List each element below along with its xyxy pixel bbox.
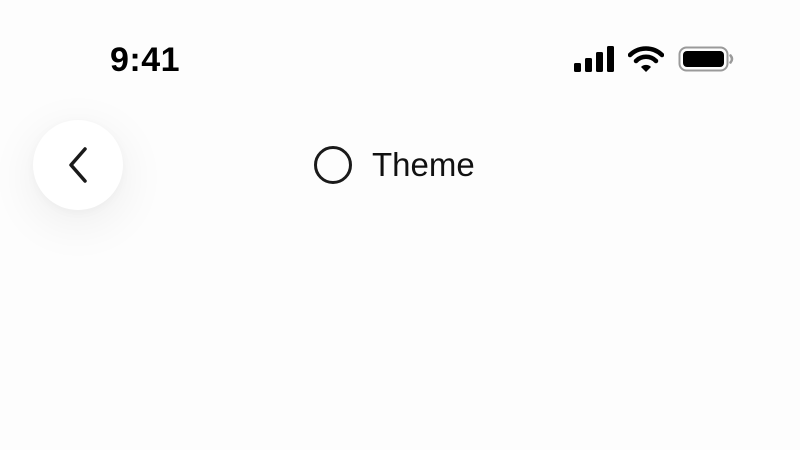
status-icons [574,44,734,74]
battery-icon [678,46,734,72]
wifi-icon [627,46,665,72]
cellular-signal-icon [574,46,614,72]
page-title-group: Theme [314,141,475,189]
status-time: 9:41 [110,41,181,79]
status-bar: 9:41 [0,0,800,100]
chevron-left-icon [65,145,91,185]
radio-unselected-icon[interactable] [314,146,352,184]
page-title: Theme [372,146,475,183]
back-button[interactable] [33,120,123,210]
